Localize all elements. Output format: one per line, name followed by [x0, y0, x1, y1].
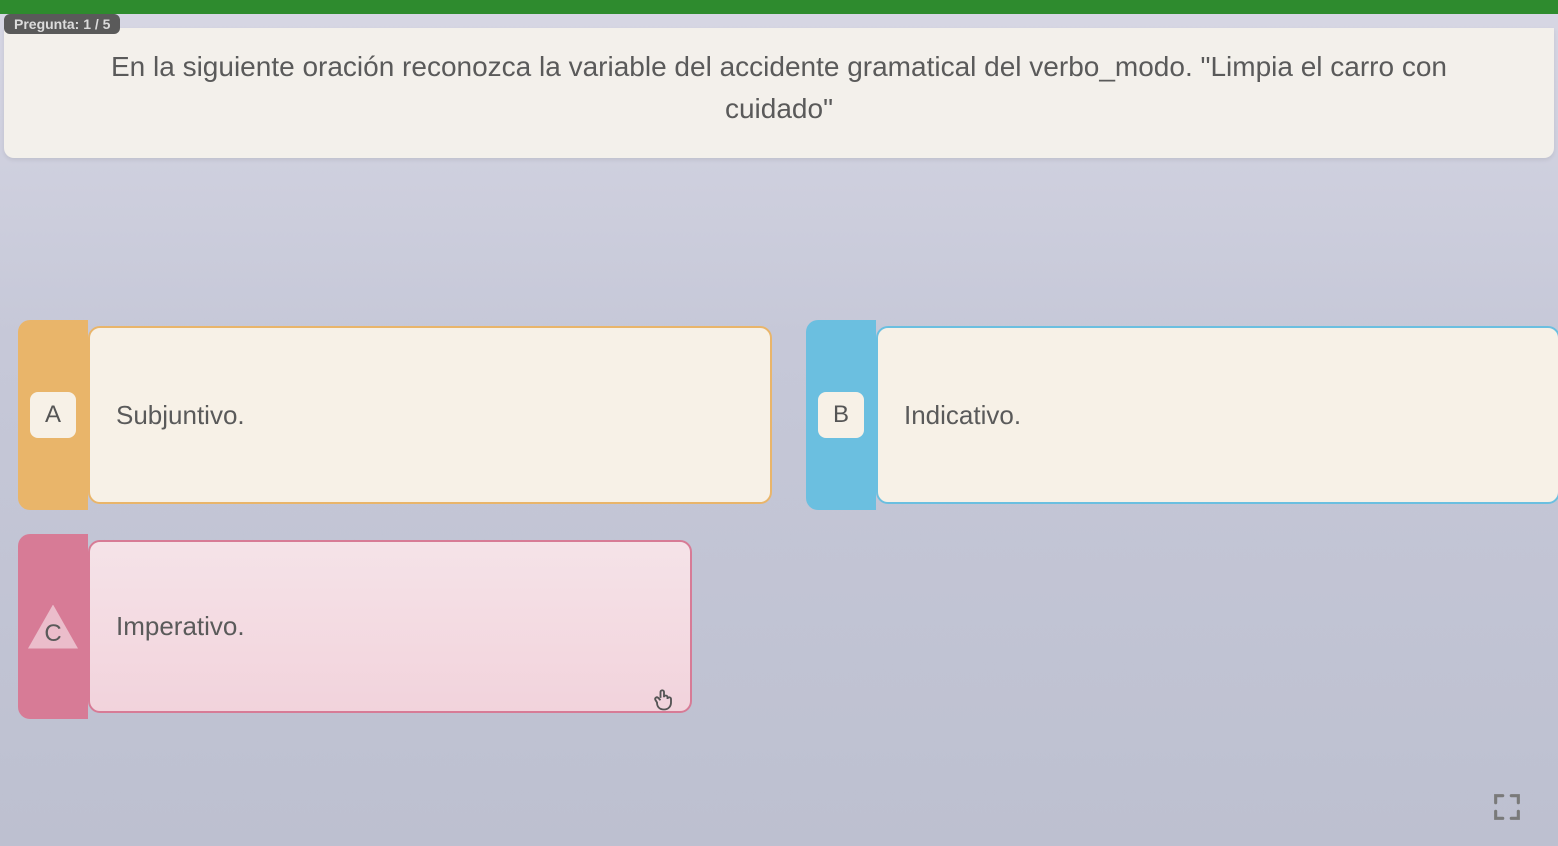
question-card: En la siguiente oración reconozca la var…	[4, 28, 1554, 158]
answers-grid: A Subjuntivo. B Indicativo. C Imperativo…	[18, 320, 1558, 719]
option-c-tab: C	[18, 534, 88, 719]
option-c-body: Imperativo.	[88, 540, 692, 713]
question-text: En la siguiente oración reconozca la var…	[64, 46, 1494, 130]
option-a-tab: A	[18, 320, 88, 510]
top-green-bar	[0, 0, 1558, 14]
option-b[interactable]: B Indicativo.	[806, 320, 1558, 510]
option-b-letter: B	[818, 392, 864, 438]
fullscreen-icon[interactable]	[1490, 790, 1524, 824]
option-c[interactable]: C Imperativo.	[18, 534, 698, 719]
option-a-letter: A	[30, 392, 76, 438]
option-b-tab: B	[806, 320, 876, 510]
option-a-body: Subjuntivo.	[88, 326, 772, 504]
progress-badge: Pregunta: 1 / 5	[4, 14, 120, 34]
option-c-text: Imperativo.	[116, 611, 245, 642]
option-b-text: Indicativo.	[904, 400, 1021, 431]
option-b-body: Indicativo.	[876, 326, 1558, 504]
option-a[interactable]: A Subjuntivo.	[18, 320, 778, 510]
option-c-letter: C	[28, 605, 78, 649]
option-a-text: Subjuntivo.	[116, 400, 245, 431]
